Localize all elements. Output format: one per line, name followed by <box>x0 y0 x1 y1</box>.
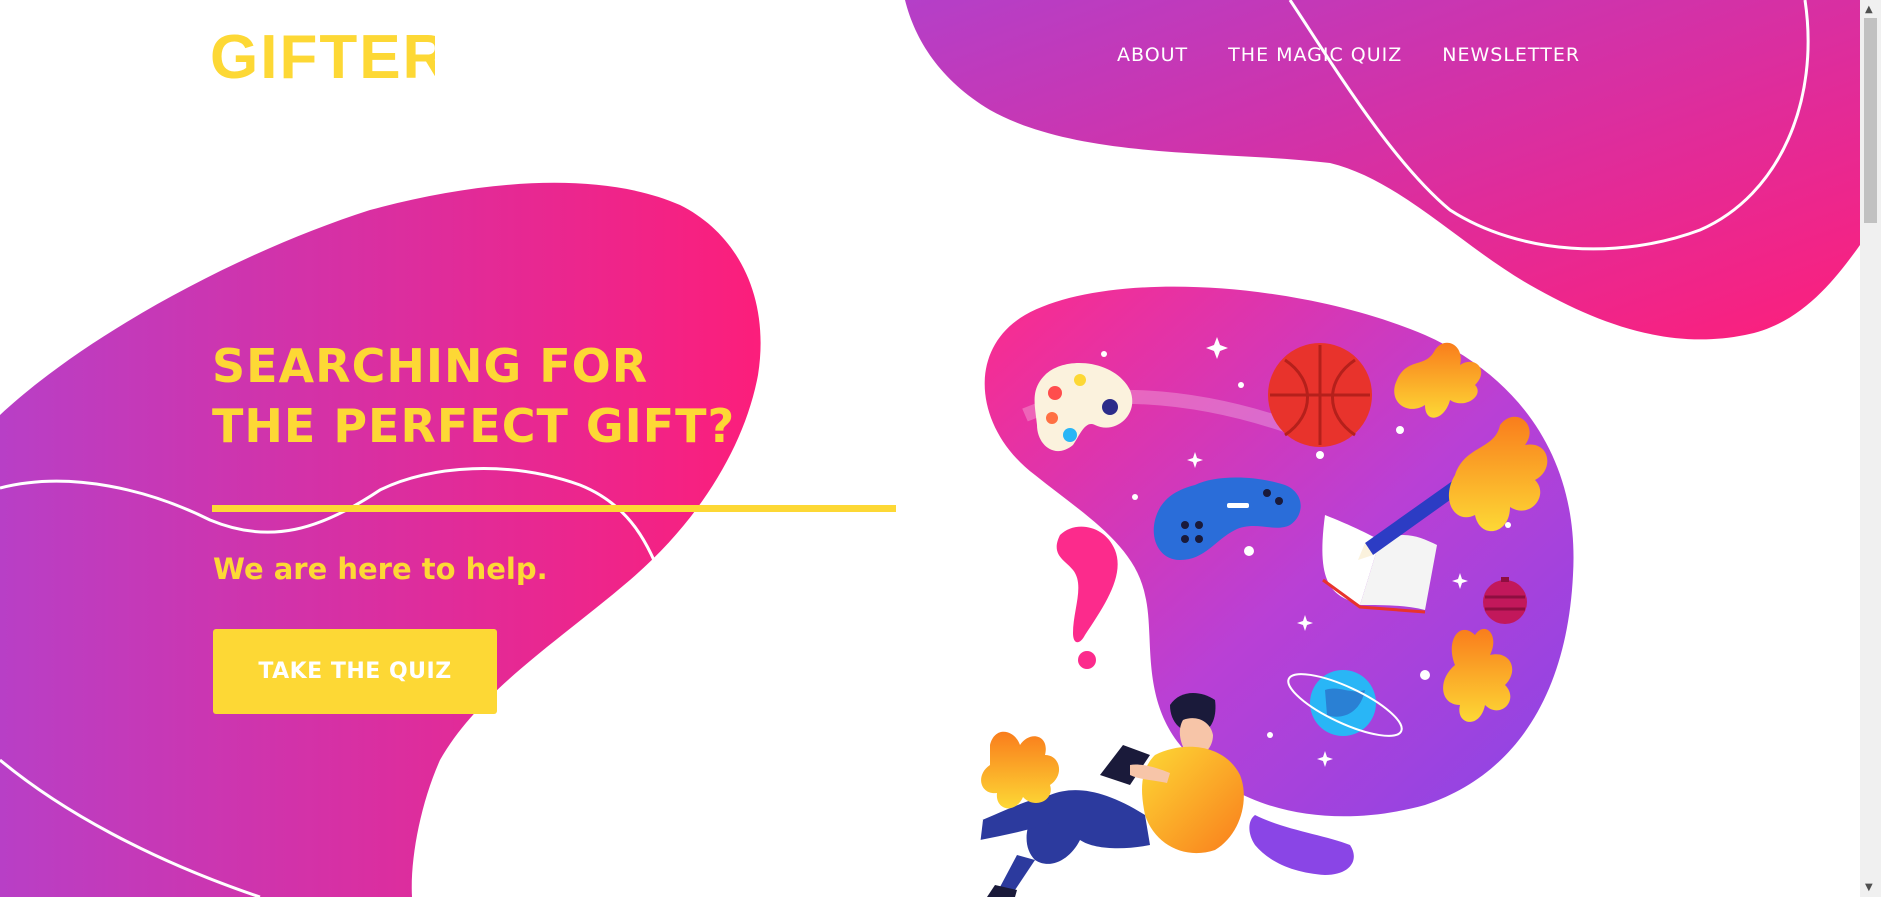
small-blob-decoration <box>1249 815 1354 875</box>
basketball-icon <box>1268 343 1372 447</box>
hero-title: SEARCHING FOR THE PERFECT GIFT? <box>212 339 736 453</box>
landing-page: GIFTER ABOUT THE MAGIC QUIZ NEWSLETTER S… <box>0 0 1860 897</box>
page-scrollbar[interactable]: ▲ ▼ <box>1860 0 1881 897</box>
scroll-up-arrow-icon[interactable]: ▲ <box>1865 4 1873 15</box>
svg-text:GIFTER: GIFTER <box>210 23 435 90</box>
nav-about[interactable]: ABOUT <box>1117 44 1188 66</box>
hero-divider <box>212 505 896 512</box>
nav-newsletter[interactable]: NEWSLETTER <box>1442 44 1580 66</box>
take-quiz-button[interactable]: TAKE THE QUIZ <box>213 629 497 714</box>
scrollbar-thumb[interactable] <box>1864 18 1877 223</box>
question-mark-icon <box>1056 526 1118 669</box>
coral-decoration-left <box>981 731 1060 809</box>
hero-subtitle: We are here to help. <box>213 552 548 586</box>
gifter-logo[interactable]: GIFTER <box>210 20 435 90</box>
scroll-down-arrow-icon[interactable]: ▼ <box>1865 882 1873 893</box>
main-nav: ABOUT THE MAGIC QUIZ NEWSLETTER <box>1117 44 1580 66</box>
nav-magic-quiz[interactable]: THE MAGIC QUIZ <box>1228 44 1402 66</box>
gift-search-illustration <box>967 286 1574 897</box>
